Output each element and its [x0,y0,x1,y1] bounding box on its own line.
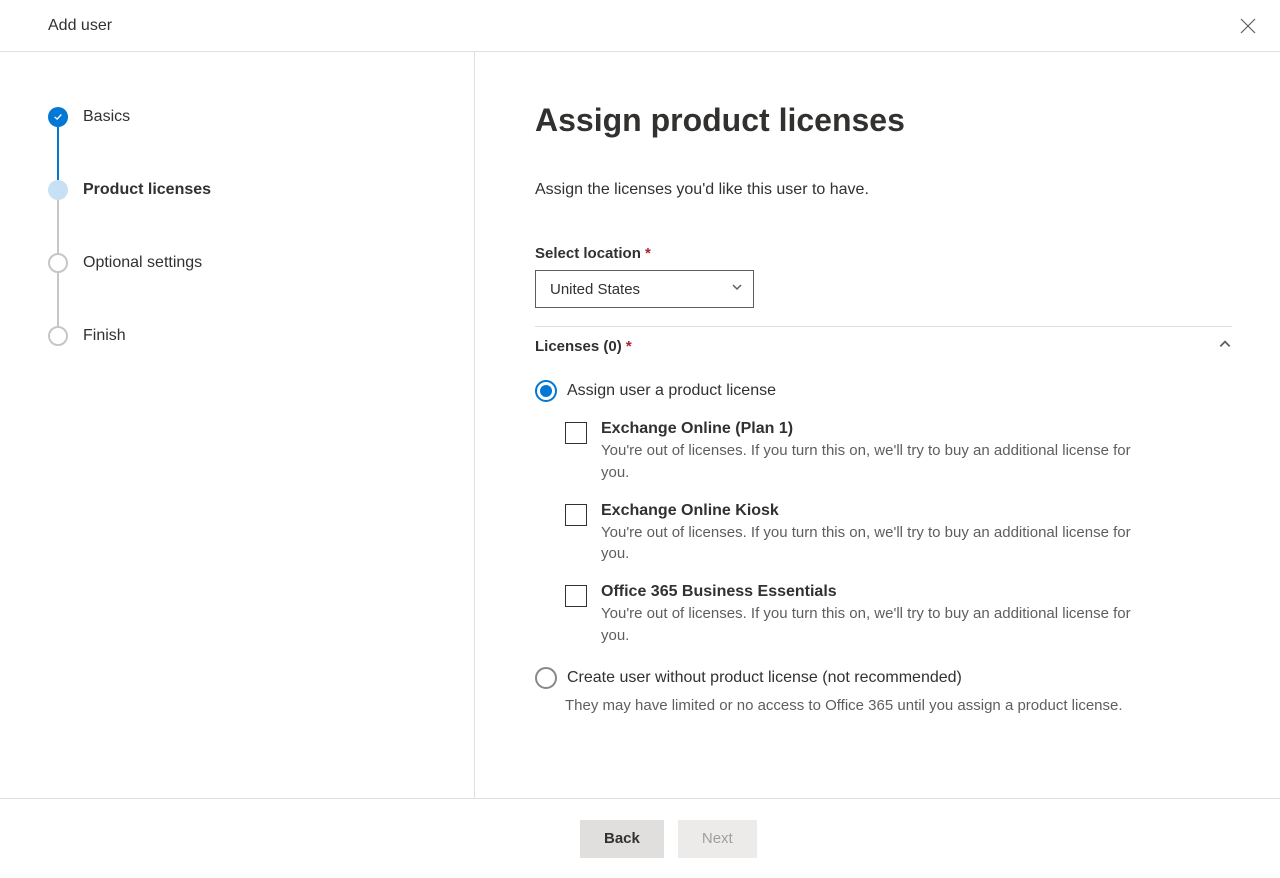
license-desc: You're out of licenses. If you turn this… [601,440,1161,484]
step-connector [57,127,59,180]
license-checkbox-exchange-kiosk[interactable] [565,504,587,526]
current-step-icon [48,180,68,200]
check-circle-icon [48,107,68,127]
wizard-step-label: Finish [83,327,126,345]
step-connector [57,200,59,253]
license-item: Exchange Online (Plan 1) You're out of l… [565,420,1232,484]
pending-step-icon [48,253,68,273]
wizard-step-finish[interactable]: Finish [48,326,454,346]
wizard-footer: Back Next [0,798,1280,878]
license-desc: You're out of licenses. If you turn this… [601,522,1161,566]
main-area: Basics Product licenses Optional setting… [0,52,1280,798]
radio-no-license-label: Create user without product license (not… [567,669,962,687]
wizard-sidebar: Basics Product licenses Optional setting… [0,52,475,798]
radio-assign-license[interactable]: Assign user a product license [535,380,1232,402]
location-value: United States [550,281,640,298]
required-mark: * [645,245,651,262]
wizard-step-optional-settings[interactable]: Optional settings [48,253,454,273]
license-name: Exchange Online Kiosk [601,502,1161,520]
wizard-step-label: Basics [83,108,130,126]
required-mark: * [626,338,632,355]
license-item: Exchange Online Kiosk You're out of lice… [565,502,1232,566]
close-button[interactable] [1236,14,1260,38]
radio-no-license-desc: They may have limited or no access to Of… [565,695,1165,717]
wizard-step-basics[interactable]: Basics [48,107,454,127]
step-connector [57,273,59,326]
close-icon [1240,18,1256,34]
radio-unselected-icon [535,667,557,689]
licenses-section-toggle[interactable]: Licenses (0) * [535,327,1232,366]
chevron-down-icon [731,280,743,298]
license-item: Office 365 Business Essentials You're ou… [565,583,1232,647]
license-checkbox-exchange-plan1[interactable] [565,422,587,444]
radio-assign-label: Assign user a product license [567,382,776,400]
panel-title: Add user [48,17,112,35]
next-button[interactable]: Next [678,820,757,858]
location-label: Select location * [535,245,1232,262]
license-name: Office 365 Business Essentials [601,583,1161,601]
radio-selected-icon [535,380,557,402]
license-desc: You're out of licenses. If you turn this… [601,603,1161,647]
wizard-step-product-licenses[interactable]: Product licenses [48,180,454,200]
license-checkbox-o365-essentials[interactable] [565,585,587,607]
back-button[interactable]: Back [580,820,664,858]
panel-header: Add user [0,0,1280,52]
page-title: Assign product licenses [535,102,1232,139]
pending-step-icon [48,326,68,346]
chevron-up-icon [1218,337,1232,356]
location-select[interactable]: United States [535,270,754,308]
radio-no-license[interactable]: Create user without product license (not… [535,667,1232,689]
content-pane: Assign product licenses Assign the licen… [475,52,1280,798]
wizard-step-label: Product licenses [83,181,211,199]
license-name: Exchange Online (Plan 1) [601,420,1161,438]
wizard-step-label: Optional settings [83,254,202,272]
page-description: Assign the licenses you'd like this user… [535,181,1232,199]
licenses-section-title: Licenses (0) * [535,338,632,355]
